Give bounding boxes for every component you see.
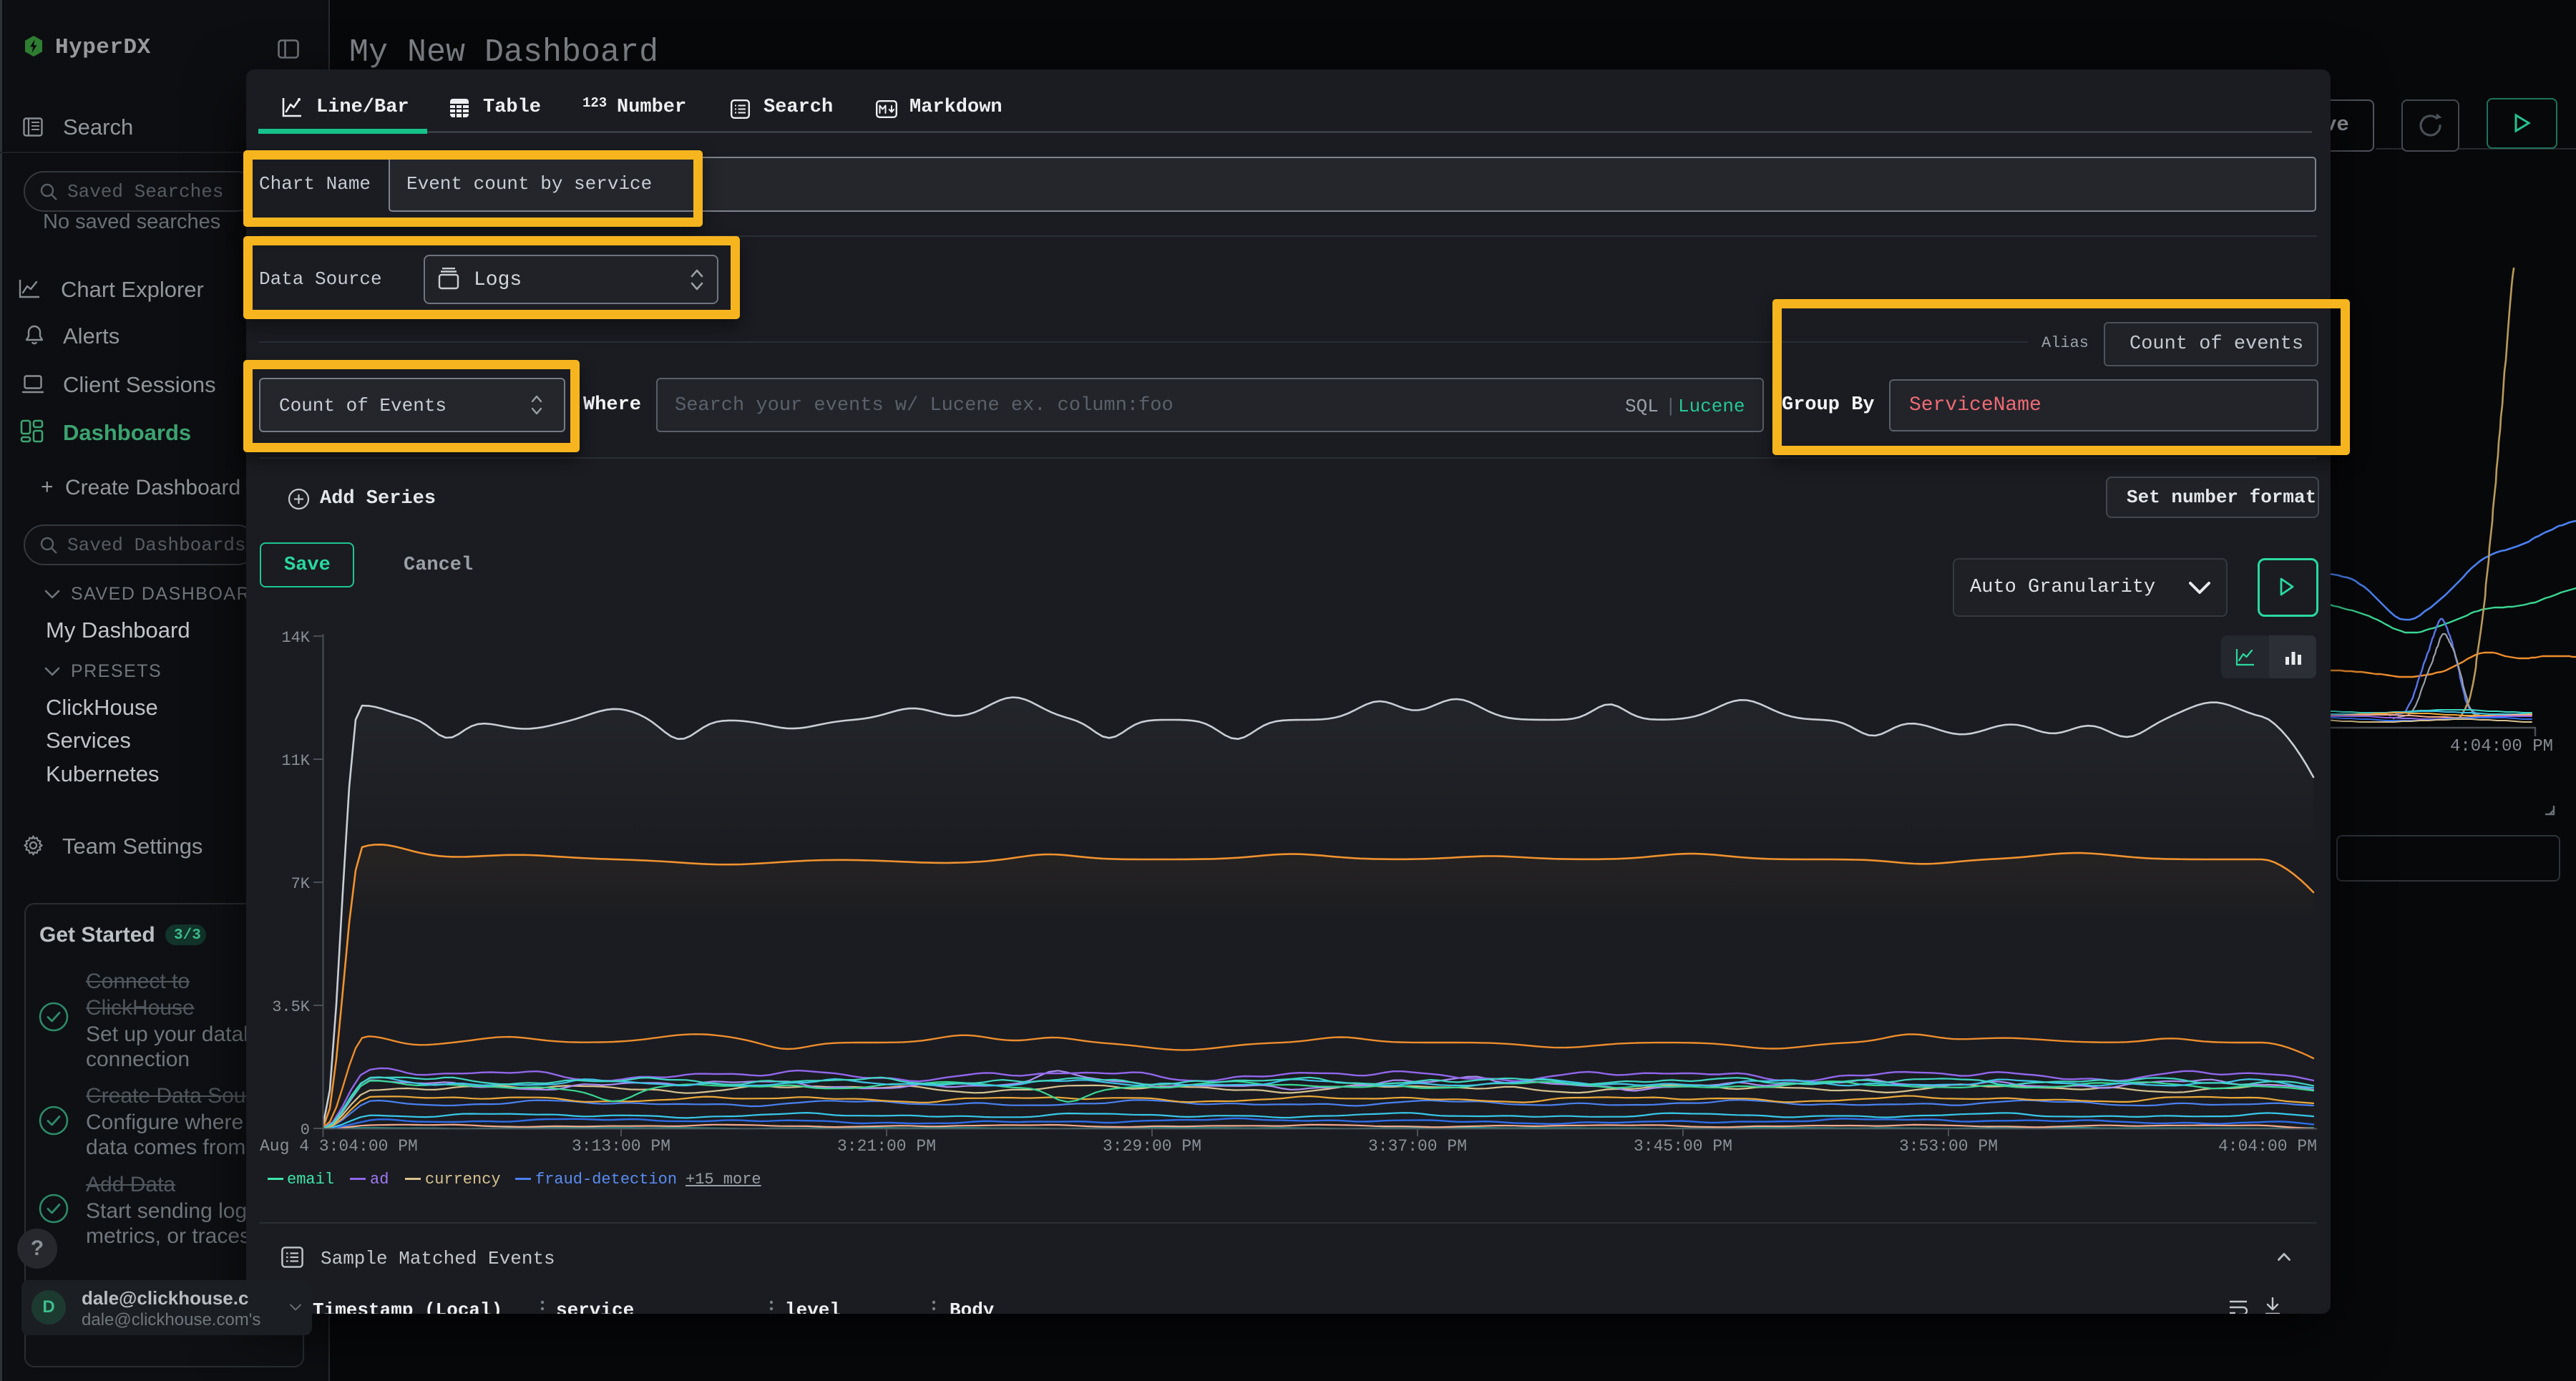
svg-text:3:37:00 PM: 3:37:00 PM xyxy=(1368,1137,1467,1156)
svg-text:11K: 11K xyxy=(281,752,310,770)
svg-text:3:53:00 PM: 3:53:00 PM xyxy=(1899,1137,1998,1156)
svg-text:3:29:00 PM: 3:29:00 PM xyxy=(1103,1137,1201,1156)
svg-text:3:45:00 PM: 3:45:00 PM xyxy=(1634,1137,1732,1156)
svg-text:7K: 7K xyxy=(291,875,311,893)
svg-text:3.5K: 3.5K xyxy=(272,998,311,1016)
svg-text:3:21:00 PM: 3:21:00 PM xyxy=(837,1137,936,1156)
svg-text:4:04:00 PM: 4:04:00 PM xyxy=(2218,1137,2317,1156)
svg-text:Aug 4 3:04:00 PM: Aug 4 3:04:00 PM xyxy=(260,1137,418,1156)
svg-text:14K: 14K xyxy=(281,629,310,647)
svg-text:3:13:00 PM: 3:13:00 PM xyxy=(572,1137,670,1156)
